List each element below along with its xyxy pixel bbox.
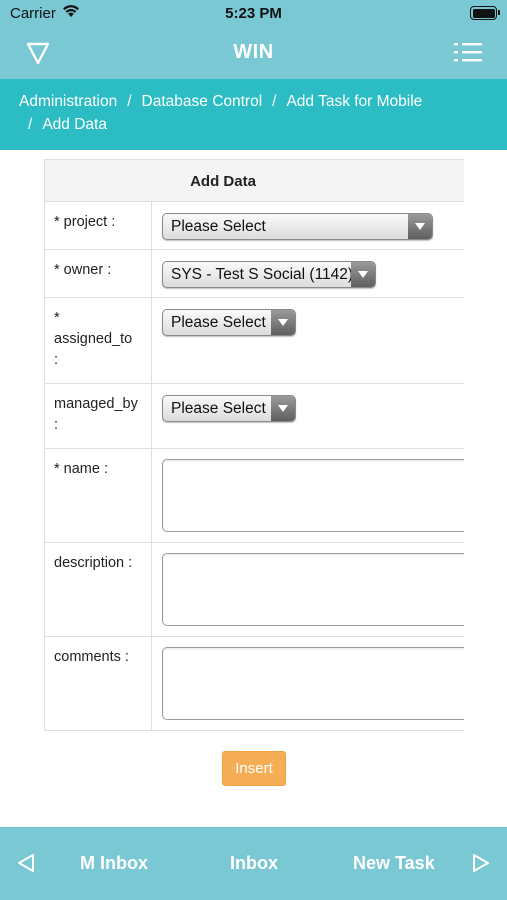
tab-inbox[interactable]: Inbox: [230, 853, 278, 874]
list-menu-icon[interactable]: [453, 39, 483, 67]
next-arrow-icon[interactable]: [471, 853, 491, 873]
form-header: Add Data: [45, 159, 464, 202]
project-select[interactable]: Please Select: [162, 213, 433, 240]
name-textarea[interactable]: [162, 459, 464, 532]
tab-m-inbox[interactable]: M Inbox: [80, 853, 148, 874]
comments-row: comments :: [45, 637, 464, 731]
breadcrumb-separator: /: [127, 93, 132, 110]
breadcrumb: Administration / Database Control / Add …: [0, 79, 507, 150]
breadcrumb-database-control[interactable]: Database Control: [142, 93, 263, 111]
comments-textarea[interactable]: [162, 647, 464, 720]
breadcrumb-administration[interactable]: Administration: [19, 93, 117, 111]
breadcrumb-add-data: Add Data: [42, 116, 107, 133]
status-bar: Carrier 5:23 PM: [0, 0, 507, 28]
breadcrumb-separator: /: [28, 116, 33, 133]
add-data-form: Add Data * project : Please Select * own…: [44, 159, 464, 731]
owner-row: * owner : SYS - Test S Social (1142): [45, 250, 464, 298]
managed-by-select-value: Please Select: [171, 399, 266, 417]
comments-label: comments :: [45, 637, 152, 730]
name-row: * name :: [45, 449, 464, 543]
assigned-to-select-value: Please Select: [171, 313, 266, 331]
owner-select[interactable]: SYS - Test S Social (1142): [162, 261, 376, 288]
status-time: 5:23 PM: [225, 5, 282, 22]
managed-by-select[interactable]: Please Select: [162, 395, 296, 422]
battery-icon: [470, 6, 500, 20]
project-label: * project :: [45, 202, 152, 249]
chevron-down-icon: [408, 214, 432, 239]
tab-new-task[interactable]: New Task: [353, 853, 435, 874]
description-label: description :: [45, 543, 152, 636]
form-title: Add Data: [190, 173, 256, 190]
description-row: description :: [45, 543, 464, 637]
chevron-down-icon: [271, 396, 295, 421]
previous-arrow-icon[interactable]: [16, 853, 36, 873]
chevron-down-icon: [351, 262, 375, 287]
project-row: * project : Please Select: [45, 202, 464, 250]
assigned-to-label: * assigned_to :: [45, 298, 152, 383]
owner-select-value: SYS - Test S Social (1142): [171, 265, 354, 283]
bottom-tab-bar: M Inbox Inbox New Task: [0, 827, 507, 900]
managed-by-row: managed_by : Please Select: [45, 384, 464, 449]
project-select-value: Please Select: [171, 217, 266, 235]
breadcrumb-add-task-for-mobile[interactable]: Add Task for Mobile: [286, 93, 422, 111]
owner-label: * owner :: [45, 250, 152, 297]
nav-title: WIN: [233, 41, 274, 63]
assigned-to-row: * assigned_to : Please Select: [45, 298, 464, 384]
nav-bar: WIN: [0, 28, 507, 79]
breadcrumb-separator: /: [272, 93, 277, 110]
assigned-to-select[interactable]: Please Select: [162, 309, 296, 336]
chevron-down-icon: [271, 310, 295, 335]
insert-button[interactable]: Insert: [222, 751, 286, 786]
managed-by-label: managed_by :: [45, 384, 152, 448]
name-label: * name :: [45, 449, 152, 542]
description-textarea[interactable]: [162, 553, 464, 626]
